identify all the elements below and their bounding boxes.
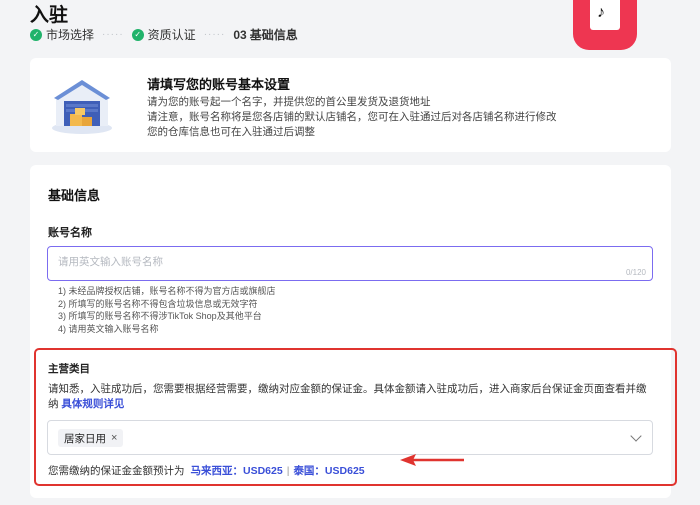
step-label: 基础信息 xyxy=(249,28,298,42)
red-arrow-annotation xyxy=(400,454,464,466)
tiktok-note-icon: ♪ xyxy=(597,4,605,21)
category-tag: 居家日用 × xyxy=(58,429,124,447)
account-name-input[interactable] xyxy=(58,256,578,268)
main-category-select[interactable]: 居家日用 × xyxy=(47,420,653,455)
deposit-prefix: 您需缴纳的保证金金额预计为 xyxy=(48,465,185,477)
step-label: 市场选择 xyxy=(46,28,95,42)
basic-info-card: 基础信息 账号名称 0/120 1) 未经品牌授权店铺，账号名称不得为官方店或旗… xyxy=(30,165,677,498)
step-label: 资质认证 xyxy=(147,28,196,42)
step-separator: ····· xyxy=(203,29,226,40)
main-category-section: 主营类目 请知悉，入驻成功后，您需要根据经营需要，缴纳对应金额的保证金。具体金额… xyxy=(34,348,677,486)
step-separator: ····· xyxy=(102,29,124,40)
chevron-down-icon[interactable] xyxy=(630,430,642,442)
rule-item: 3) 所填写的账号名称不得涉TikTok Shop及其他平台 xyxy=(58,311,262,321)
section-title: 基础信息 xyxy=(48,188,101,203)
close-icon[interactable]: × xyxy=(111,432,117,444)
account-name-field[interactable]: 0/120 xyxy=(47,246,653,281)
step-qualification: ✓ 资质认证 xyxy=(131,26,196,43)
intro-line: 请注意，账号名称将是您各店铺的默认店铺名，您可在入驻通过后对各店铺名称进行修改 xyxy=(147,111,557,123)
check-circle-icon: ✓ xyxy=(131,28,144,41)
main-category-label: 主营类目 xyxy=(48,363,90,375)
shopping-bag-icon xyxy=(590,0,620,30)
deposit-separator: | xyxy=(286,464,290,477)
rules-detail-link[interactable]: 具体规则详见 xyxy=(61,398,124,410)
deposit-notice-text: 请知悉，入驻成功后，您需要根据经营需要，缴纳对应金额的保证金。具体金额请入驻成功… xyxy=(48,383,647,410)
deposit-thailand: 泰国：USD625 xyxy=(293,465,365,477)
rule-item: 2) 所填写的账号名称不得包含垃圾信息或无效字符 xyxy=(58,298,258,309)
account-name-rules: 1) 未经品牌授权店铺，账号名称不得为官方店或旗舰店 2) 所填写的账号名称不得… xyxy=(58,285,276,335)
step-basic-info: 03 基础信息 xyxy=(233,26,297,43)
category-tag-label: 居家日用 xyxy=(64,432,106,445)
stepper: ✓ 市场选择 ····· ✓ 资质认证 ····· 03 基础信息 xyxy=(30,26,298,43)
check-circle-icon: ✓ xyxy=(30,28,42,41)
char-counter: 0/120 xyxy=(625,268,646,277)
intro-card: 请填写您的账号基本设置 请为您的账号起一个名字，并提供您的首公里发货及退货地址 … xyxy=(30,58,671,152)
deposit-malaysia: 马来西亚：USD625 xyxy=(190,465,283,477)
tiktok-shop-app-icon: ♪ xyxy=(573,0,637,50)
step-market-selection: ✓ 市场选择 xyxy=(30,26,94,43)
page-title: 入驻 xyxy=(30,5,69,26)
intro-line: 请为您的账号起一个名字，并提供您的首公里发货及退货地址 xyxy=(147,96,431,108)
intro-line: 您的仓库信息也可在入驻通过后调整 xyxy=(147,126,315,138)
deposit-estimate: 您需缴纳的保证金金额预计为 马来西亚：USD625 | 泰国：USD625 xyxy=(48,463,365,478)
rule-item: 1) 未经品牌授权店铺，账号名称不得为官方店或旗舰店 xyxy=(58,286,276,296)
account-name-label: 账号名称 xyxy=(48,227,92,239)
warehouse-illustration xyxy=(52,80,112,134)
main-category-description: 请知悉，入驻成功后，您需要根据经营需要，缴纳对应金额的保证金。具体金额请入驻成功… xyxy=(48,382,656,412)
rule-item: 4) 请用英文输入账号名称 xyxy=(58,323,159,334)
intro-title: 请填写您的账号基本设置 xyxy=(147,77,291,92)
step-number: 03 xyxy=(233,27,247,42)
